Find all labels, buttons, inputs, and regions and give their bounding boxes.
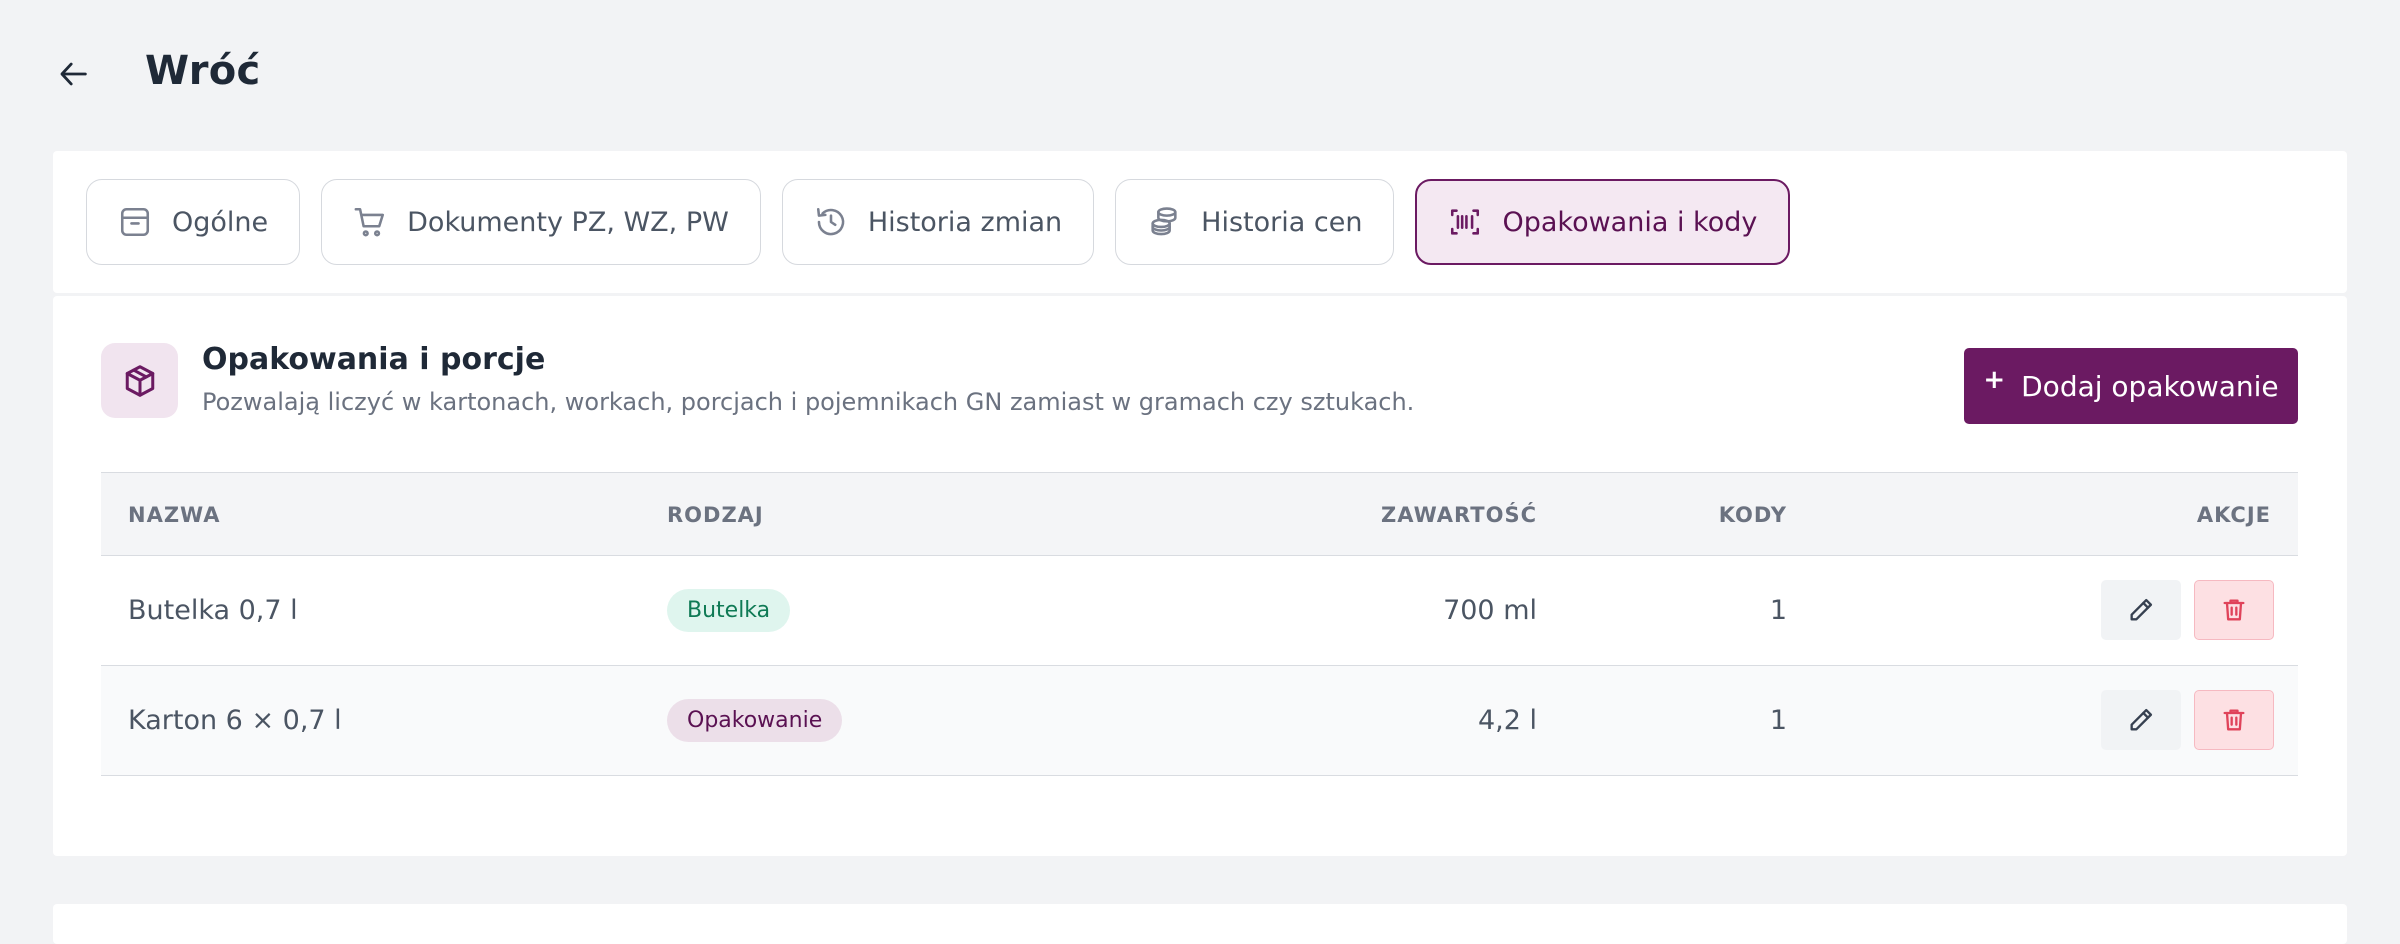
tab-label: Historia zmian <box>867 206 1063 238</box>
delete-button[interactable] <box>2194 690 2274 750</box>
tab-general[interactable]: Ogólne <box>86 179 301 265</box>
trash-icon <box>2223 709 2245 731</box>
type-badge: Opakowanie <box>667 698 843 742</box>
column-header-actions: AKCJE <box>2196 503 2271 527</box>
row-codes: 1 <box>1769 594 1787 626</box>
delete-button[interactable] <box>2194 580 2274 640</box>
column-header-codes[interactable]: KODY <box>1601 473 1787 557</box>
packaging-table: NAZWA RODZAJ ZAWARTOŚĆ KODY AKCJE Butelk… <box>101 472 2298 776</box>
tab-price-history[interactable]: Historia cen <box>1115 179 1395 265</box>
row-content: 700 ml <box>1443 594 1537 626</box>
trash-icon <box>2223 599 2245 621</box>
row-name: Karton 6 × 0,7 l <box>128 704 342 736</box>
row-type: Opakowanie <box>667 666 843 774</box>
section-icon-badge <box>101 343 178 418</box>
barcode-icon <box>1451 209 1480 235</box>
tab-change-history[interactable]: Historia zmian <box>781 179 1095 265</box>
section-subtitle: Pozwalają liczyć w kartonach, workach, p… <box>202 388 1415 416</box>
tab-label: Historia cen <box>1201 206 1363 238</box>
coins-icon <box>1151 207 1177 236</box>
pencil-icon <box>2130 598 2153 621</box>
history-icon <box>816 207 845 236</box>
type-badge: Butelka <box>667 588 791 632</box>
row-content: 4,2 l <box>1477 704 1537 736</box>
column-header-content[interactable]: ZAWARTOŚĆ <box>1101 473 1537 557</box>
tab-label: Opakowania i kody <box>1502 206 1758 238</box>
row-type: Butelka <box>667 556 791 664</box>
page-title[interactable]: Wróć <box>145 48 261 94</box>
tabs-card: Ogólne Dokumenty PZ, WZ, PW Historia zmi… <box>53 151 2347 293</box>
top-bar: Wróć <box>0 0 2400 150</box>
tab-label: Ogólne <box>172 206 269 238</box>
packaging-section-card: Opakowania i porcje Pozwalają liczyć w k… <box>53 296 2347 856</box>
plus-icon: + <box>1983 365 2006 395</box>
pencil-icon <box>2130 708 2153 731</box>
table-header: NAZWA RODZAJ ZAWARTOŚĆ KODY AKCJE <box>101 472 2298 556</box>
cart-icon <box>354 207 385 237</box>
tab-bar: Ogólne Dokumenty PZ, WZ, PW Historia zmi… <box>86 179 1791 265</box>
add-packaging-label: Dodaj opakowanie <box>2021 369 2279 403</box>
column-header-name[interactable]: NAZWA <box>128 473 221 557</box>
edit-button[interactable] <box>2101 690 2181 750</box>
tab-packaging-codes[interactable]: Opakowania i kody <box>1415 179 1791 265</box>
tab-documents[interactable]: Dokumenty PZ, WZ, PW <box>321 179 761 265</box>
table-row: Butelka 0,7 l Butelka 700 ml 1 <box>101 556 2298 666</box>
archive-icon <box>120 207 150 237</box>
arrow-left-icon <box>60 62 87 86</box>
section-title: Opakowania i porcje <box>202 342 546 377</box>
row-name: Butelka 0,7 l <box>128 594 298 626</box>
table-row: Karton 6 × 0,7 l Opakowanie 4,2 l 1 <box>101 666 2298 776</box>
next-section-card <box>53 904 2347 944</box>
package-icon <box>125 364 154 397</box>
row-codes: 1 <box>1769 704 1787 736</box>
edit-button[interactable] <box>2101 580 2181 640</box>
tab-label: Dokumenty PZ, WZ, PW <box>407 206 729 238</box>
back-button[interactable] <box>50 50 98 98</box>
add-packaging-button[interactable]: + Dodaj opakowanie <box>1964 348 2298 424</box>
column-header-type[interactable]: RODZAJ <box>667 473 764 557</box>
